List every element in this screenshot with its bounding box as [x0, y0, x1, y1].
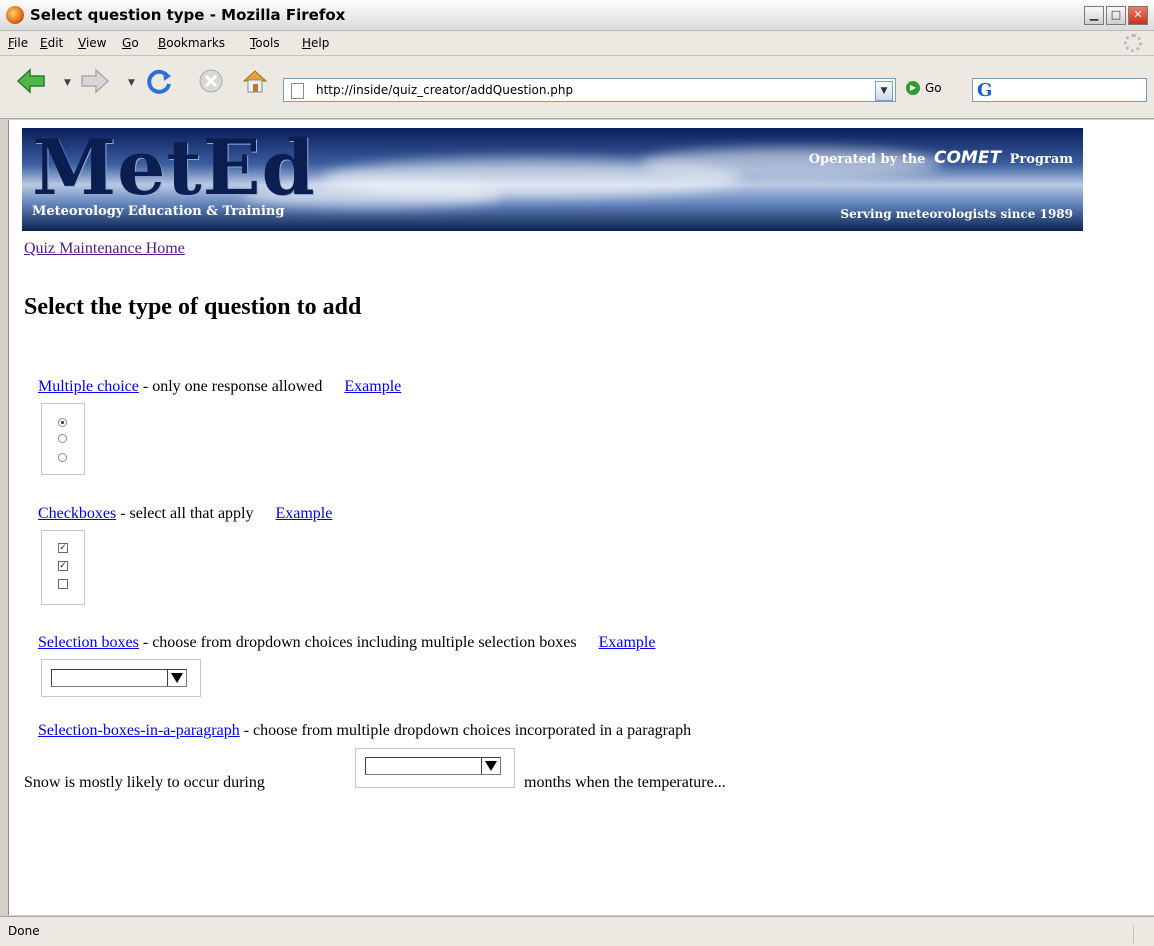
radio-option[interactable]	[58, 418, 67, 427]
forward-arrow-icon	[81, 68, 110, 94]
forward-button[interactable]	[80, 66, 110, 96]
go-arrow-icon: ▶	[906, 81, 920, 95]
status-text: Done	[8, 924, 40, 938]
address-bar[interactable]: http://inside/quiz_creator/addQuestion.p…	[283, 78, 896, 102]
banner-subtitle: Meteorology Education & Training	[32, 204, 285, 219]
page-icon	[291, 83, 304, 99]
menu-help[interactable]: Help	[302, 36, 329, 50]
selection-boxes-link[interactable]: Selection boxes	[38, 634, 139, 651]
multiple-choice-desc: - only one response allowed	[142, 378, 323, 395]
window-titlebar: Select question type - Mozilla Firefox ▁…	[0, 0, 1154, 31]
minimize-button[interactable]: ▁	[1084, 6, 1104, 25]
menu-bar: File Edit View Go Bookmarks Tools Help	[0, 31, 1154, 56]
navigation-toolbar: ▼ ▼ http://inside/quiz_creator/addQuesti…	[0, 56, 1154, 119]
stop-icon	[199, 69, 223, 93]
home-button[interactable]	[240, 66, 270, 96]
selection-boxes-desc: - choose from dropdown choices including…	[142, 634, 577, 651]
comet-logo: COMET	[933, 148, 1002, 168]
menu-go[interactable]: Go	[122, 36, 139, 50]
paragraph-dropdown-select[interactable]	[365, 757, 501, 775]
selection-boxes-example-link[interactable]: Example	[599, 634, 656, 651]
paragraph-dropdown-container	[355, 748, 515, 788]
reload-button[interactable]	[144, 66, 174, 96]
page-title: Select the type of question to add	[24, 294, 362, 320]
checkbox-checked[interactable]: ✓	[58, 543, 68, 553]
checkboxes-link[interactable]: Checkboxes	[38, 505, 116, 522]
close-button[interactable]: ✕	[1128, 6, 1148, 25]
banner-operated-by: Operated by the COMET Program	[808, 148, 1073, 168]
checkbox-checked[interactable]: ✓	[58, 561, 68, 571]
forward-dropdown-icon[interactable]: ▼	[128, 78, 135, 88]
question-type-checkboxes: Checkboxes - select all that apply Examp…	[38, 505, 332, 523]
menu-edit[interactable]: Edit	[40, 36, 63, 50]
paragraph-selection-desc: - choose from multiple dropdown choices …	[243, 722, 692, 739]
dropdown-arrow-icon	[481, 758, 500, 774]
checkboxes-example-link[interactable]: Example	[275, 505, 332, 522]
checkboxes-preview: ✓ ✓	[41, 530, 85, 605]
multiple-choice-link[interactable]: Multiple choice	[38, 378, 139, 395]
question-type-selection-boxes: Selection boxes - choose from dropdown c…	[38, 634, 655, 652]
menu-file[interactable]: File	[8, 36, 28, 50]
page-content: MetEd Meteorology Education & Training O…	[8, 120, 1154, 915]
window-title: Select question type - Mozilla Firefox	[30, 6, 346, 24]
checkboxes-desc: - select all that apply	[120, 505, 254, 522]
menu-tools[interactable]: Tools	[250, 36, 280, 50]
search-box[interactable]: G	[972, 78, 1147, 102]
back-arrow-icon	[16, 68, 45, 94]
checkbox-unchecked[interactable]	[58, 579, 68, 589]
paragraph-preview-after: months when the temperature...	[524, 774, 726, 791]
multiple-choice-example-link[interactable]: Example	[344, 378, 401, 395]
go-button[interactable]: ▶ Go	[906, 81, 942, 95]
back-button[interactable]	[16, 66, 46, 96]
menu-view[interactable]: View	[78, 36, 106, 50]
paragraph-preview-before: Snow is mostly likely to occur during	[24, 774, 265, 791]
question-type-multiple-choice: Multiple choice - only one response allo…	[38, 378, 401, 396]
multiple-choice-preview	[41, 403, 85, 475]
meted-logo: MetEd	[32, 128, 316, 212]
radio-option[interactable]	[58, 453, 67, 462]
selection-boxes-preview	[41, 659, 201, 697]
radio-option[interactable]	[58, 434, 67, 443]
window-controls: ▁ □ ✕	[1084, 6, 1148, 25]
meted-banner: MetEd Meteorology Education & Training O…	[22, 128, 1083, 231]
back-dropdown-icon[interactable]: ▼	[64, 78, 71, 88]
firefox-logo-icon	[6, 6, 24, 24]
paragraph-selection-link[interactable]: Selection-boxes-in-a-paragraph	[38, 722, 240, 739]
home-icon	[242, 70, 268, 93]
dropdown-arrow-icon	[167, 670, 186, 686]
banner-tagline: Serving meteorologists since 1989	[840, 207, 1073, 221]
dropdown-select[interactable]	[51, 669, 187, 687]
url-dropdown-icon[interactable]: ▼	[875, 81, 893, 101]
resize-grip-icon[interactable]	[1133, 925, 1152, 943]
quiz-home-link[interactable]: Quiz Maintenance Home	[24, 240, 185, 258]
stop-button[interactable]	[196, 66, 226, 96]
google-search-icon[interactable]: G	[977, 80, 992, 101]
throbber-icon	[1124, 34, 1142, 52]
question-type-paragraph-selection: Selection-boxes-in-a-paragraph - choose …	[38, 722, 691, 740]
menu-bookmarks[interactable]: Bookmarks	[158, 36, 225, 50]
status-bar: Done	[0, 916, 1154, 946]
reload-icon	[147, 69, 171, 94]
maximize-button[interactable]: □	[1106, 6, 1126, 25]
url-text: http://inside/quiz_creator/addQuestion.p…	[316, 83, 574, 97]
